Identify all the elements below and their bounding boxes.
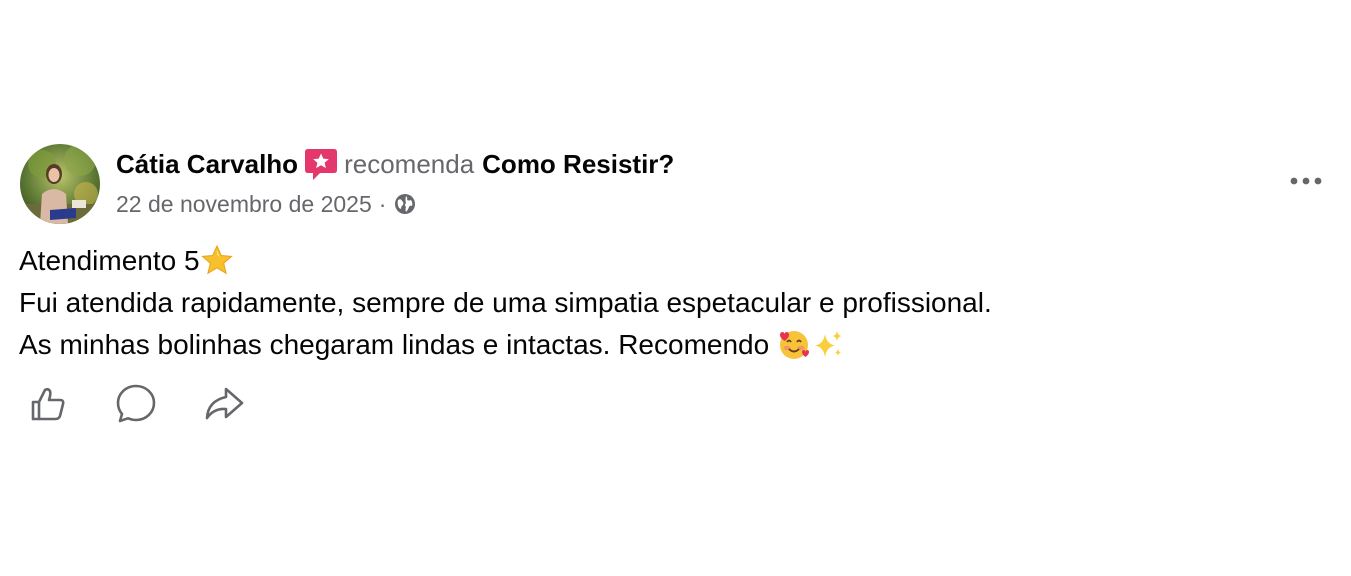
smiling-face-with-hearts-emoji-icon xyxy=(777,328,811,362)
comment-icon xyxy=(116,384,156,423)
comment-button[interactable] xyxy=(112,380,160,428)
recommend-label: recomenda xyxy=(344,149,475,179)
page-name-link[interactable]: Como Resistir? xyxy=(482,146,674,182)
post-body: Atendimento 5 Fui atendida rapidamente, … xyxy=(19,240,1219,366)
recommend-badge-icon xyxy=(304,146,338,182)
body-text-line-1: Atendimento 5 xyxy=(19,245,200,276)
meta-separator: · xyxy=(378,190,387,217)
like-icon xyxy=(31,387,65,421)
more-options-icon xyxy=(1290,177,1322,185)
review-post: Cátia Carvalho recomenda Como Resistir? … xyxy=(0,0,1351,576)
body-line-1: Atendimento 5 xyxy=(19,240,1219,282)
body-line-2: Fui atendida rapidamente, sempre de uma … xyxy=(19,282,1219,324)
post-meta: 22 de novembro de 2025 · xyxy=(116,188,417,220)
body-text-line-2: Fui atendida rapidamente, sempre de uma … xyxy=(19,287,992,318)
body-line-3: As minhas bolinhas chegaram lindas e int… xyxy=(19,324,1219,366)
author-avatar[interactable] xyxy=(20,144,100,224)
post-date[interactable]: 22 de novembro de 2025 xyxy=(116,191,372,218)
sparkles-emoji-icon xyxy=(811,328,845,362)
author-name[interactable]: Cátia Carvalho xyxy=(116,146,298,182)
share-icon xyxy=(205,387,244,420)
more-options-button[interactable] xyxy=(1284,166,1328,196)
avatar-photo xyxy=(20,144,100,224)
post-header: Cátia Carvalho recomenda Como Resistir? xyxy=(116,146,674,182)
body-text-line-3: As minhas bolinhas chegaram lindas e int… xyxy=(19,329,777,360)
post-actions xyxy=(24,380,288,428)
like-button[interactable] xyxy=(24,380,72,428)
globe-icon[interactable] xyxy=(393,192,417,216)
star-emoji-icon xyxy=(200,244,234,278)
share-button[interactable] xyxy=(200,380,248,428)
